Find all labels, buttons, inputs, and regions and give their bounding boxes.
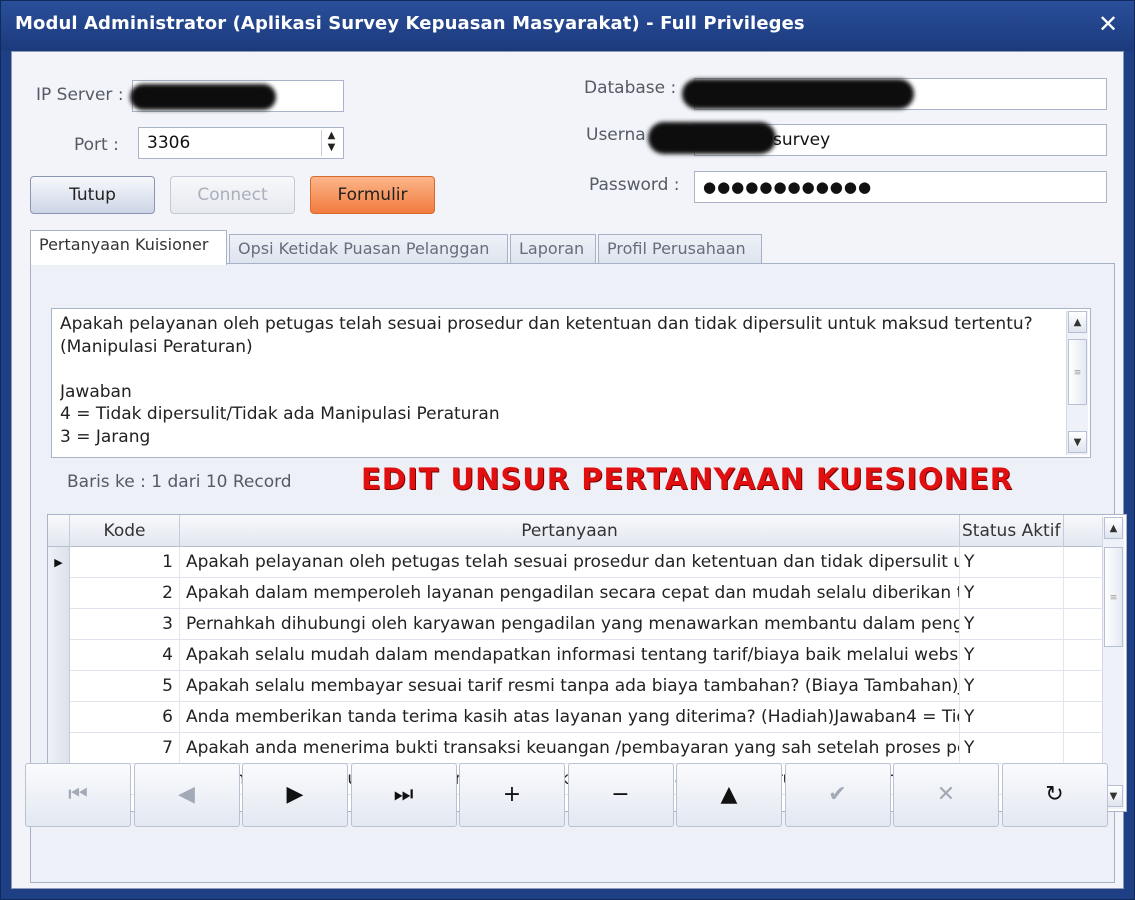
scroll-up-icon[interactable]: ▲: [1068, 311, 1087, 333]
close-icon[interactable]: ✕: [1094, 10, 1122, 38]
cell-pertanyaan[interactable]: Apakah pelayanan oleh petugas telah sesu…: [180, 547, 960, 578]
scroll-thumb[interactable]: ≡: [1068, 339, 1087, 405]
redaction-mark: [130, 84, 276, 110]
app-window: Modul Administrator (Aplikasi Survey Kep…: [0, 0, 1135, 900]
port-value: 3306: [147, 133, 191, 153]
tab-laporan[interactable]: Laporan: [510, 234, 596, 264]
port-field[interactable]: 3306 ▲ ▼: [138, 127, 344, 159]
cell-status-aktif[interactable]: Y: [960, 609, 1064, 640]
row-indicator[interactable]: [48, 733, 70, 764]
first-record-icon[interactable]: ⏮: [25, 763, 131, 827]
question-memo[interactable]: Apakah pelayanan oleh petugas telah sesu…: [51, 308, 1091, 458]
table-row[interactable]: 5 Apakah selalu membayar sesuai tarif res…: [48, 671, 1104, 702]
scroll-down-icon[interactable]: ▼: [1068, 431, 1087, 453]
cell-status-aktif[interactable]: Y: [960, 547, 1064, 578]
cell-status-aktif[interactable]: Y: [960, 640, 1064, 671]
redaction-mark: [682, 79, 914, 109]
cell-kode[interactable]: 3: [70, 609, 180, 640]
cell-kode[interactable]: 5: [70, 671, 180, 702]
cell-pertanyaan[interactable]: Apakah selalu mudah dalam mendapatkan in…: [180, 640, 960, 671]
redaction-mark: [648, 122, 776, 154]
scroll-thumb[interactable]: ≡: [1104, 547, 1123, 647]
grid-header: Kode Pertanyaan Status Aktif: [48, 515, 1104, 547]
cell-pertanyaan[interactable]: Anda memberikan tanda terima kasih atas …: [180, 702, 960, 733]
insert-record-icon[interactable]: +: [459, 763, 565, 827]
edit-record-icon[interactable]: ▲: [676, 763, 782, 827]
tutup-button[interactable]: Tutup: [30, 176, 155, 214]
tab-opsi-ketidak-puasan[interactable]: Opsi Ketidak Puasan Pelanggan: [229, 234, 508, 264]
refresh-icon[interactable]: ↻: [1001, 763, 1108, 827]
table-row[interactable]: ▶ 1 Apakah pelayanan oleh petugas telah se…: [48, 547, 1104, 578]
cancel-edit-icon[interactable]: ✕: [893, 763, 999, 827]
overlay-caption: EDIT UNSUR PERTANYAAN KUESIONER: [361, 462, 1014, 496]
post-edit-icon[interactable]: ✔: [784, 763, 891, 827]
password-field[interactable]: ●●●●●●●●●●●●: [694, 171, 1107, 203]
ip-server-label: IP Server :: [36, 85, 124, 105]
indicator-header: [48, 515, 70, 547]
cell-pertanyaan[interactable]: Apakah dalam memperoleh layanan pengadil…: [180, 578, 960, 609]
password-label: Password :: [589, 175, 680, 195]
current-row-indicator-icon[interactable]: ▶: [48, 547, 70, 578]
cell-kode[interactable]: 7: [70, 733, 180, 764]
table-row[interactable]: 4 Apakah selalu mudah dalam mendapatkan i…: [48, 640, 1104, 671]
table-row[interactable]: 7 Apakah anda menerima bukti transaksi ke…: [48, 733, 1104, 764]
delete-record-icon[interactable]: −: [567, 763, 674, 827]
row-indicator[interactable]: [48, 702, 70, 733]
scroll-up-icon[interactable]: ▲: [1104, 517, 1123, 539]
title-bar: Modul Administrator (Aplikasi Survey Kep…: [1, 1, 1134, 51]
spin-up-icon[interactable]: ▲: [322, 130, 341, 142]
username-label: Userna: [586, 125, 646, 145]
row-indicator[interactable]: [48, 609, 70, 640]
memo-scrollbar[interactable]: ▲ ≡ ▼: [1066, 311, 1088, 455]
cell-kode[interactable]: 6: [70, 702, 180, 733]
port-spinner[interactable]: ▲ ▼: [321, 130, 341, 156]
column-header-kode[interactable]: Kode: [70, 515, 180, 547]
record-navigator: ⏮ ◀ ▶ ⏭ + − ▲ ✔ ✕ ↻: [25, 763, 1110, 829]
window-title: Modul Administrator (Aplikasi Survey Kep…: [15, 13, 805, 34]
formulir-button[interactable]: Formulir: [310, 176, 435, 214]
next-record-icon[interactable]: ▶: [242, 763, 348, 827]
tab-pertanyaan-kuisioner[interactable]: Pertanyaan Kuisioner: [30, 230, 227, 265]
row-indicator[interactable]: [48, 671, 70, 702]
column-header-pertanyaan[interactable]: Pertanyaan: [180, 515, 960, 547]
cell-status-aktif[interactable]: Y: [960, 578, 1064, 609]
database-label: Database :: [584, 78, 677, 98]
column-header-status-aktif[interactable]: Status Aktif: [960, 515, 1064, 547]
last-record-icon[interactable]: ⏭: [350, 763, 457, 827]
cell-kode[interactable]: 2: [70, 578, 180, 609]
question-memo-text[interactable]: Apakah pelayanan oleh petugas telah sesu…: [60, 313, 1060, 453]
tab-profil-perusahaan[interactable]: Profil Perusahaan: [598, 234, 762, 264]
cell-kode[interactable]: 4: [70, 640, 180, 671]
cell-status-aktif[interactable]: Y: [960, 733, 1064, 764]
record-position-label: Baris ke : 1 dari 10 Record: [67, 472, 292, 492]
prior-record-icon[interactable]: ◀: [133, 763, 240, 827]
port-label: Port :: [74, 135, 119, 155]
connect-button[interactable]: Connect: [170, 176, 295, 214]
row-indicator[interactable]: [48, 640, 70, 671]
cell-pertanyaan[interactable]: Apakah anda menerima bukti transaksi keu…: [180, 733, 960, 764]
cell-status-aktif[interactable]: Y: [960, 702, 1064, 733]
table-row[interactable]: 3 Pernahkah dihubungi oleh karyawan penga…: [48, 609, 1104, 640]
cell-status-aktif[interactable]: Y: [960, 671, 1064, 702]
cell-pertanyaan[interactable]: Pernahkah dihubungi oleh karyawan pengad…: [180, 609, 960, 640]
row-indicator[interactable]: [48, 578, 70, 609]
cell-pertanyaan[interactable]: Apakah selalu membayar sesuai tarif resm…: [180, 671, 960, 702]
spin-down-icon[interactable]: ▼: [322, 142, 341, 154]
table-row[interactable]: 6 Anda memberikan tanda terima kasih atas…: [48, 702, 1104, 733]
table-row[interactable]: 2 Apakah dalam memperoleh layanan pengadi…: [48, 578, 1104, 609]
cell-kode[interactable]: 1: [70, 547, 180, 578]
